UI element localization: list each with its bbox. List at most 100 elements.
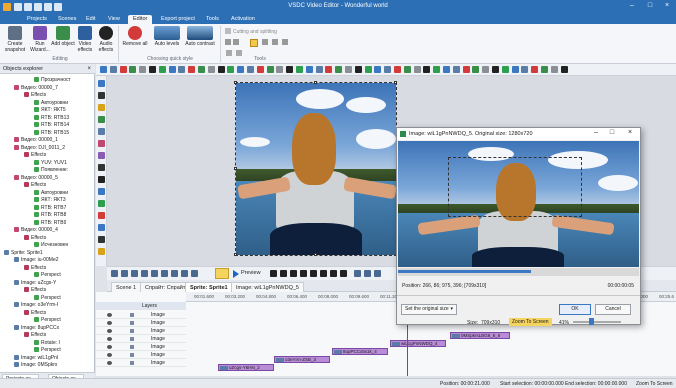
toolstrip-icon[interactable]: [237, 66, 245, 73]
layer-row[interactable]: Image: [96, 343, 186, 351]
maximize-icon[interactable]: □: [605, 129, 619, 136]
tab-scenes[interactable]: Scenes: [53, 15, 81, 24]
tab-sprite1[interactable]: Sprite: Sprite1: [185, 282, 233, 292]
remove-all-button[interactable]: Remove all: [121, 26, 149, 48]
minimize-icon[interactable]: –: [625, 2, 639, 9]
layer-row[interactable]: Image: [96, 327, 186, 335]
toolstrip-icon[interactable]: [207, 66, 215, 73]
toolstrip-icon[interactable]: [276, 66, 284, 73]
tab-scene-1[interactable]: Scene 1: [111, 282, 142, 292]
dialog-preview-image[interactable]: [398, 141, 639, 267]
add-object-button[interactable]: Add object: [51, 26, 75, 48]
toolstrip-icon[interactable]: [521, 66, 529, 73]
toolstrip-icon[interactable]: [335, 66, 343, 73]
object-tool-icon[interactable]: [98, 116, 105, 123]
toolstrip-icon[interactable]: [433, 66, 441, 73]
toolstrip-icon[interactable]: [501, 66, 509, 73]
toolstrip-icon[interactable]: [413, 66, 421, 73]
timeline-clip[interactable]: o3eYrm-ZSB_3: [274, 356, 330, 363]
toolstrip-icon[interactable]: [256, 66, 264, 73]
resize-handle[interactable]: [314, 253, 317, 256]
prev-frame-icon[interactable]: [280, 270, 287, 277]
tab-activation[interactable]: Activation: [226, 15, 260, 24]
zoom-icon[interactable]: [131, 270, 138, 277]
close-icon[interactable]: ×: [660, 2, 674, 9]
auto-contrast-button[interactable]: Auto contrast: [184, 26, 216, 48]
markers-icon[interactable]: [181, 270, 188, 277]
fullscreen-icon[interactable]: [374, 270, 381, 277]
tab-tools[interactable]: Tools: [201, 15, 224, 24]
resize-handle[interactable]: [234, 81, 237, 84]
eye-icon[interactable]: [107, 361, 112, 365]
resize-handle[interactable]: [234, 253, 237, 256]
scissors-icon[interactable]: [225, 28, 231, 34]
toolstrip-icon[interactable]: [492, 66, 499, 73]
status-zoom[interactable]: Zoom To Screen: [636, 381, 673, 387]
toolstrip-icon[interactable]: [443, 66, 450, 73]
timeline-clip[interactable]: uZcgs-Y6HN_2: [218, 364, 274, 371]
toolstrip-icon[interactable]: [482, 66, 490, 73]
rotate-icon[interactable]: [233, 39, 239, 45]
object-tool-icon[interactable]: [98, 188, 105, 195]
eye-icon[interactable]: [107, 329, 112, 333]
stop-icon[interactable]: [290, 270, 297, 277]
split-icon[interactable]: [226, 50, 232, 56]
toolstrip-icon[interactable]: [119, 66, 127, 73]
layer-row[interactable]: Image: [96, 311, 186, 319]
object-tool-icon[interactable]: [98, 152, 105, 159]
minimize-icon[interactable]: –: [589, 129, 603, 136]
object-tool-icon[interactable]: [98, 224, 105, 231]
toolstrip-icon[interactable]: [394, 66, 401, 73]
speed-icon[interactable]: [282, 39, 288, 45]
zoom-in-icon[interactable]: [111, 270, 118, 277]
tab-view[interactable]: View: [103, 15, 125, 24]
timeline-clip[interactable]: wiL1gPnNWDQ_4: [390, 340, 446, 347]
crop-selection[interactable]: [448, 157, 582, 217]
object-tool-icon[interactable]: [98, 140, 105, 147]
object-tool-icon[interactable]: [98, 104, 105, 111]
tab-edit[interactable]: Edit: [81, 15, 100, 24]
zoom-slider[interactable]: [573, 321, 621, 323]
resize-handle[interactable]: [314, 81, 317, 84]
undo-icon[interactable]: [354, 270, 361, 277]
split-view-icon[interactable]: [171, 270, 178, 277]
dialog-progress[interactable]: [398, 268, 639, 276]
eye-icon[interactable]: [107, 353, 112, 357]
close-icon[interactable]: ×: [87, 66, 91, 72]
object-tool-icon[interactable]: [98, 248, 105, 255]
auto-levels-button[interactable]: Auto levels: [152, 26, 182, 48]
toolstrip-icon[interactable]: [266, 66, 274, 73]
layer-row[interactable]: Image: [96, 335, 186, 343]
maximize-icon[interactable]: □: [643, 2, 657, 9]
to-end-icon[interactable]: [310, 270, 317, 277]
toolstrip-icon[interactable]: [452, 66, 460, 73]
toolstrip-icon[interactable]: [305, 66, 313, 73]
next-marker-icon[interactable]: [330, 270, 337, 277]
toolstrip-icon[interactable]: [384, 66, 392, 73]
text-tool-icon[interactable]: [250, 39, 258, 47]
toolstrip-icon[interactable]: [100, 66, 107, 73]
object-tool-icon[interactable]: [98, 164, 105, 171]
eye-icon[interactable]: [107, 345, 112, 349]
toolstrip-icon[interactable]: [109, 66, 117, 73]
close-icon[interactable]: ×: [623, 129, 637, 136]
object-tool-icon[interactable]: [98, 236, 105, 243]
toolstrip-icon[interactable]: [315, 66, 323, 73]
audio-effects-button[interactable]: Audio effects: [94, 26, 118, 53]
toolstrip-icon[interactable]: [139, 66, 147, 73]
object-tool-icon[interactable]: [98, 92, 105, 99]
object-tool-icon[interactable]: [98, 128, 105, 135]
audio-icon[interactable]: [191, 270, 198, 277]
eye-icon[interactable]: [107, 321, 112, 325]
toolstrip-icon[interactable]: [227, 66, 235, 73]
snap-icon[interactable]: [161, 270, 168, 277]
zoom-slider-thumb[interactable]: [589, 318, 594, 325]
lock-icon[interactable]: [130, 321, 134, 325]
loop-icon[interactable]: [340, 270, 347, 277]
lock-icon[interactable]: [130, 313, 134, 317]
run-wizard-button[interactable]: Run Wizard...: [28, 26, 52, 53]
timeline-clip[interactable]: 0MSpkrsLBG8_6_6: [450, 332, 510, 339]
toolstrip-icon[interactable]: [403, 66, 411, 73]
lock-icon[interactable]: [130, 329, 134, 333]
toolstrip-icon[interactable]: [188, 66, 196, 73]
